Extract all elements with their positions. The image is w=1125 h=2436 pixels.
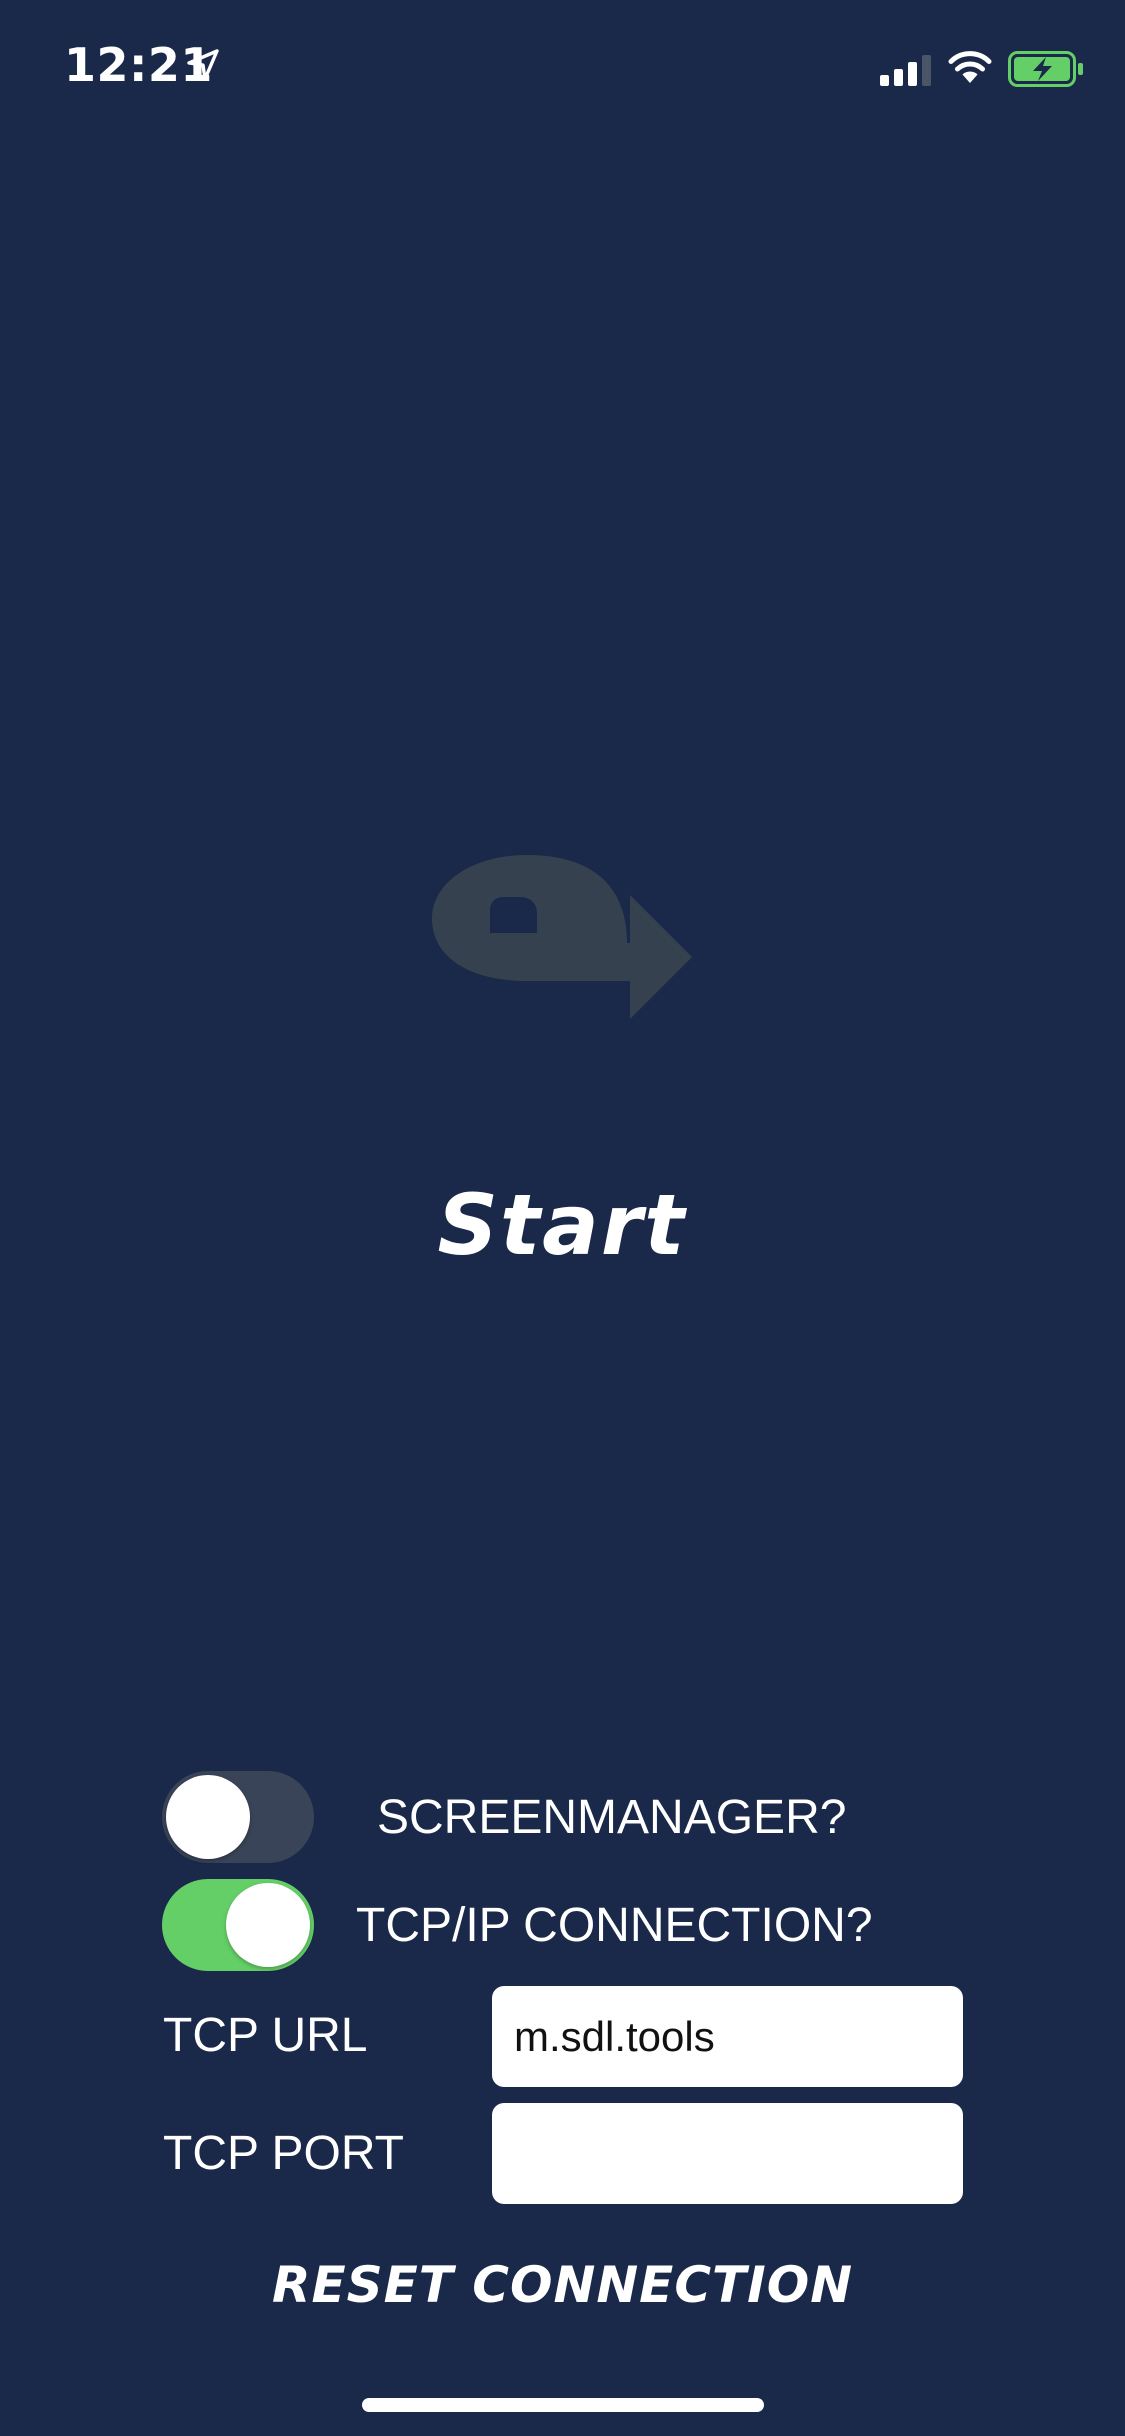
tcp-connection-label: TCP/IP CONNECTION? (356, 1899, 873, 1952)
tcp-url-label: TCP URL (163, 2009, 368, 2062)
toggle-knob (166, 1775, 250, 1859)
status-bar: 12:21 (0, 0, 1125, 140)
home-indicator[interactable] (362, 2398, 764, 2412)
screenmanager-label: SCREENMANAGER? (377, 1791, 847, 1844)
tcp-connection-toggle[interactable] (162, 1879, 314, 1971)
tcp-port-label: TCP PORT (163, 2127, 404, 2180)
sdl-logo-arrow-icon (432, 855, 692, 1019)
battery-charging-icon (1008, 51, 1083, 87)
tcp-url-input[interactable] (492, 1986, 963, 2087)
cellular-signal-icon (880, 55, 931, 86)
screenmanager-toggle[interactable] (162, 1771, 314, 1863)
location-arrow-icon (187, 49, 219, 81)
reset-connection-button[interactable]: RESET CONNECTION (272, 2245, 852, 2325)
tcp-port-input[interactable] (492, 2103, 963, 2204)
wifi-icon (948, 51, 992, 83)
start-button[interactable]: Start (412, 1170, 712, 1280)
toggle-knob (226, 1883, 310, 1967)
